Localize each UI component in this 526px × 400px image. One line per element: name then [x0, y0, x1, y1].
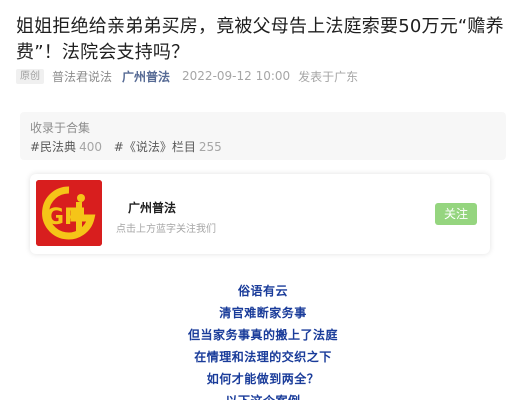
article-title: 姐姐拒绝给亲弟弟买房，竟被父母告上法庭索要50万元“赡养费”！法院会支持吗？ [16, 16, 504, 63]
follow-hint: 点击上方蓝字关注我们 [116, 224, 216, 235]
collection-label: 收录于合集 [30, 121, 91, 135]
account-card[interactable]: GP 广州普法 点击上方蓝字关注我们 关注 [30, 174, 490, 254]
publish-date: 2022-09-12 10:00 [182, 69, 291, 83]
body-line: 清官难断家务事 [219, 306, 307, 320]
body-line: 以下这个案例 [0, 390, 526, 400]
collection-box: 收录于合集 #民法典 400 #《说法》栏目 255 [20, 112, 506, 160]
collection-tag[interactable]: #《说法》栏目 255 [114, 140, 222, 154]
account-link[interactable]: 广州普法 [122, 68, 170, 85]
author-name: 普法君说法 [52, 69, 113, 84]
account-logo: GP [36, 180, 102, 246]
logo-text: GP [46, 205, 80, 230]
tag-name: #《说法》栏目 [113, 140, 196, 154]
article-meta: 原创 普法君说法 广州普法 2022-09-12 10:00 发表于广东 [16, 67, 358, 85]
account-name: 广州普法 [128, 201, 177, 215]
article-page: 姐姐拒绝给亲弟弟买房，竟被父母告上法庭索要50万元“赡养费”！法院会支持吗？ 原… [0, 0, 526, 400]
article-body: 俗语有云 清官难断家务事 但当家务事真的搬上了法庭 在情理和法理的交织之下 如何… [0, 280, 526, 400]
follow-button[interactable]: 关注 [435, 203, 477, 225]
collection-tags: #民法典 400 #《说法》栏目 255 [30, 138, 230, 155]
body-line: 如何才能做到两全？ [206, 372, 320, 386]
tag-name: #民法典 [30, 140, 77, 154]
body-line: 在情理和法理的交织之下 [194, 350, 332, 364]
original-badge: 原创 [16, 68, 44, 84]
publish-location: 发表于广东 [298, 69, 359, 84]
tag-count: 255 [198, 140, 222, 154]
tag-count: 400 [79, 140, 102, 154]
body-line: 但当家务事真的搬上了法庭 [187, 328, 338, 342]
body-line: 俗语有云 [237, 284, 288, 298]
collection-tag[interactable]: #民法典 400 [30, 140, 102, 154]
gp-logo-icon: GP [36, 180, 102, 246]
